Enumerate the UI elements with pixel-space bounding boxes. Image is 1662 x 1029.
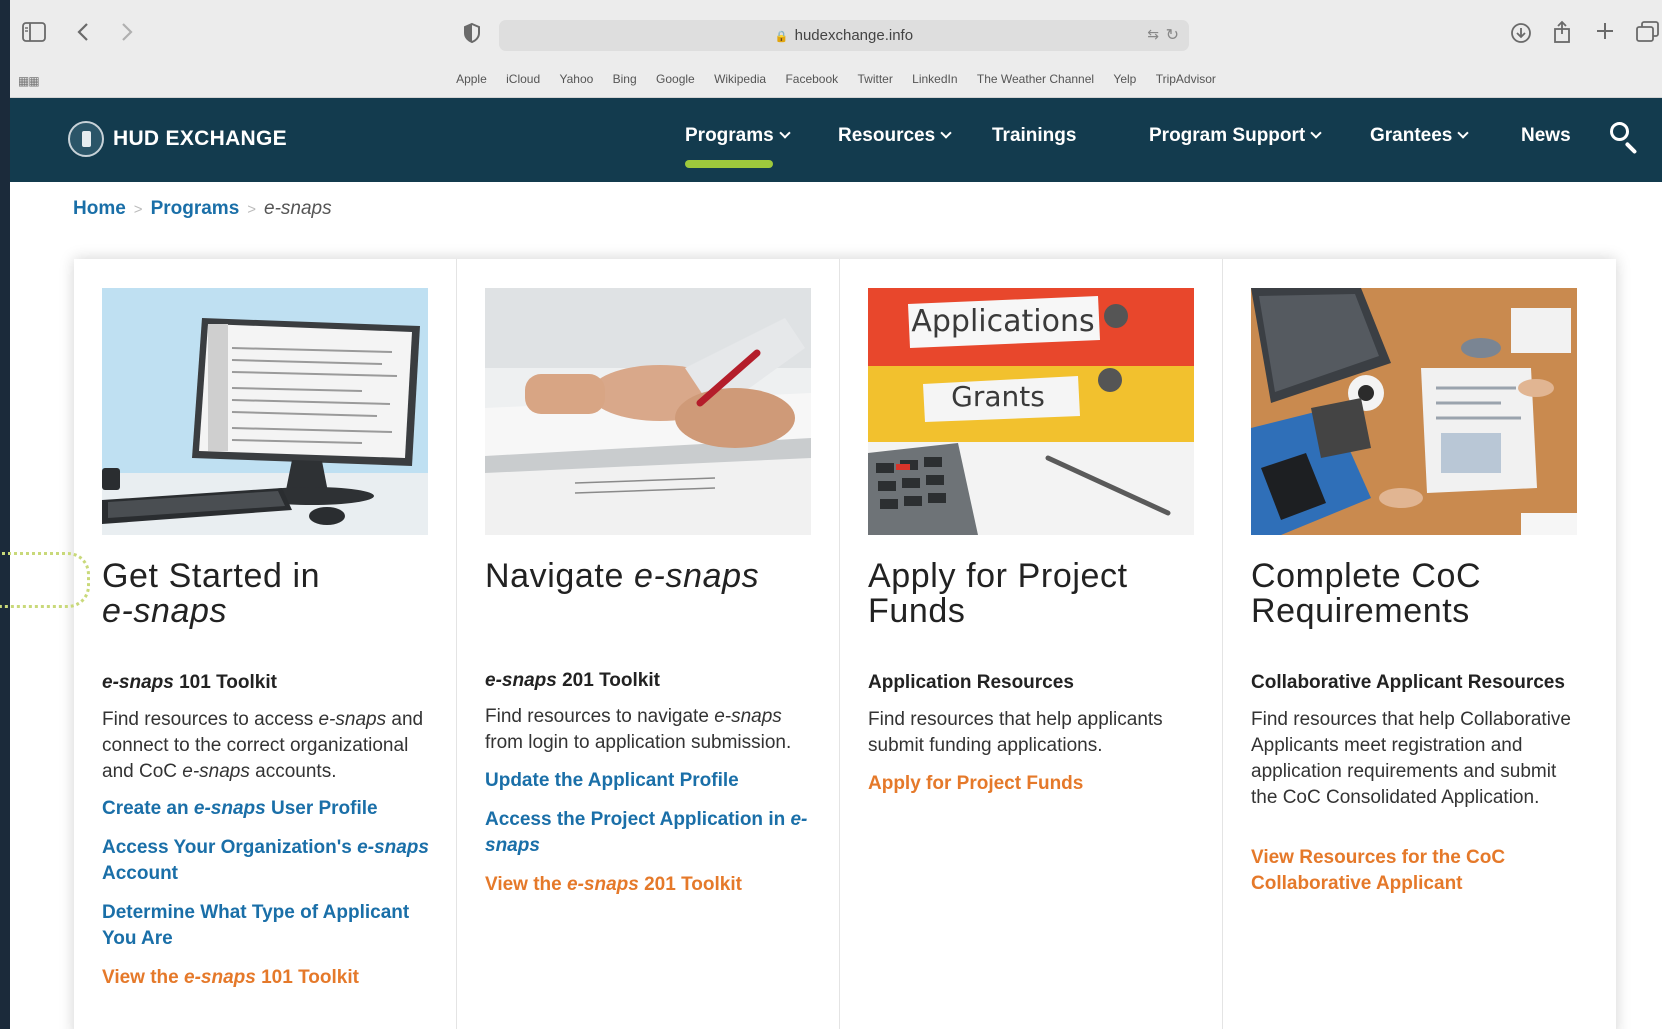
- breadcrumb-programs[interactable]: Programs: [151, 198, 240, 219]
- back-arrow-icon[interactable]: [76, 21, 90, 47]
- share-icon[interactable]: [1552, 20, 1572, 48]
- downloads-icon[interactable]: [1510, 22, 1532, 48]
- card-description: Find resources that help applicants subm…: [868, 709, 1163, 756]
- card-get-started: Get Started in e-snaps e-snaps 101 Toolki…: [74, 259, 457, 1029]
- determine-applicant-type-link[interactable]: Determine What Type of Applicant You Are: [102, 900, 432, 952]
- card-coc-requirements: Complete CoC Requirements Collaborative …: [1223, 259, 1606, 1029]
- translate-icon[interactable]: ⇆: [1147, 26, 1159, 43]
- focus-highlight: [0, 552, 90, 608]
- writing-hand-photo: [485, 288, 811, 535]
- access-organization-account-link[interactable]: Access Your Organization's e-snaps Accou…: [102, 835, 432, 887]
- breadcrumb: Home > Programs > e-snaps: [73, 198, 332, 219]
- reload-icon[interactable]: ↻: [1166, 25, 1179, 45]
- browser-window: 🔒 hudexchange.info ⇆ ↻ ▦▦ Apple iCloud Ya…: [10, 0, 1662, 1029]
- card-title: Get Started in e-snaps: [102, 557, 321, 630]
- view-coc-resources-link[interactable]: View Resources for the CoC Collaborative…: [1251, 845, 1581, 897]
- computer-monitor-photo: [102, 288, 428, 535]
- logo-text: HUD EXCHANGE: [113, 127, 287, 150]
- view-201-toolkit-link[interactable]: View the e-snaps 201 Toolkit: [485, 872, 815, 898]
- card-title: Apply for Project Funds: [868, 557, 1128, 630]
- favorite-link[interactable]: Facebook: [785, 72, 838, 86]
- site-header: HUD EXCHANGE Programs Resources Training…: [10, 98, 1662, 182]
- address-bar[interactable]: 🔒 hudexchange.info ⇆ ↻: [499, 20, 1189, 51]
- program-cards-panel: Get Started in e-snaps e-snaps 101 Toolki…: [74, 259, 1616, 1029]
- binder-label-grants: Grants: [951, 380, 1045, 413]
- active-nav-indicator: [685, 160, 773, 168]
- chevron-down-icon: [940, 127, 952, 139]
- team-meeting-photo: [1251, 288, 1577, 535]
- card-subheading: Collaborative Applicant Resources: [1251, 672, 1565, 693]
- card-description: Find resources to navigate e-snaps from …: [485, 706, 792, 753]
- lock-icon: 🔒: [774, 31, 789, 43]
- nav-trainings[interactable]: Trainings: [992, 125, 1076, 147]
- nav-programs[interactable]: Programs: [685, 125, 791, 147]
- shield-privacy-icon[interactable]: [462, 22, 482, 48]
- breadcrumb-current: e-snaps: [264, 198, 332, 219]
- nav-grantees[interactable]: Grantees: [1370, 125, 1470, 147]
- favorite-link[interactable]: Google: [656, 72, 695, 86]
- card-description: Find resources that help Collaborative A…: [1251, 709, 1572, 808]
- search-icon[interactable]: [1608, 120, 1642, 155]
- card-description: Find resources to access e-snaps and con…: [102, 709, 424, 782]
- binders-photo: Applications Grants: [868, 288, 1194, 535]
- favorite-link[interactable]: iCloud: [506, 72, 540, 86]
- update-applicant-profile-link[interactable]: Update the Applicant Profile: [485, 768, 815, 794]
- url-text: hudexchange.info: [794, 27, 914, 44]
- chevron-down-icon: [779, 127, 791, 139]
- new-tab-plus-icon[interactable]: [1595, 21, 1615, 45]
- favorite-link[interactable]: Yelp: [1113, 72, 1136, 86]
- create-user-profile-link[interactable]: Create an e-snaps User Profile: [102, 796, 432, 822]
- nav-program-support[interactable]: Program Support: [1149, 125, 1322, 147]
- hud-seal-icon: [68, 121, 104, 157]
- nav-news[interactable]: News: [1521, 125, 1571, 147]
- favorite-link[interactable]: TripAdvisor: [1156, 72, 1216, 86]
- favorites-bar: Apple iCloud Yahoo Bing Google Wikipedia…: [10, 72, 1662, 86]
- card-subheading: e-snaps 101 Toolkit: [102, 672, 277, 693]
- nav-resources[interactable]: Resources: [838, 125, 952, 147]
- tabs-overview-icon[interactable]: [1636, 21, 1660, 47]
- access-project-application-link[interactable]: Access the Project Application in e-snap…: [485, 807, 815, 859]
- chevron-down-icon: [1457, 127, 1470, 139]
- breadcrumb-home[interactable]: Home: [73, 198, 126, 219]
- browser-toolbar: 🔒 hudexchange.info ⇆ ↻ ▦▦ Apple iCloud Ya…: [10, 0, 1662, 98]
- binder-label-applications: Applications: [911, 304, 1094, 339]
- forward-arrow-icon[interactable]: [120, 21, 134, 47]
- sidebar-toggle-icon[interactable]: [22, 22, 46, 46]
- apply-project-funds-link[interactable]: Apply for Project Funds: [868, 771, 1198, 797]
- card-title: Navigate e-snaps: [485, 557, 760, 595]
- favorite-link[interactable]: LinkedIn: [912, 72, 957, 86]
- favorite-link[interactable]: Apple: [456, 72, 487, 86]
- card-subheading: e-snaps 201 Toolkit: [485, 670, 660, 691]
- card-title: Complete CoC Requirements: [1251, 557, 1482, 630]
- card-apply-funds: Applications Grants Apply for Project Fu…: [840, 259, 1223, 1029]
- card-navigate: Navigate e-snaps e-snaps 201 Toolkit Fin…: [457, 259, 840, 1029]
- favorite-link[interactable]: Bing: [613, 72, 637, 86]
- site-logo[interactable]: HUD EXCHANGE: [68, 120, 287, 158]
- favorite-link[interactable]: Wikipedia: [714, 72, 766, 86]
- chevron-down-icon: [1310, 127, 1322, 139]
- favorite-link[interactable]: Twitter: [857, 72, 892, 86]
- view-101-toolkit-link[interactable]: View the e-snaps 101 Toolkit: [102, 965, 432, 991]
- favorite-link[interactable]: The Weather Channel: [977, 72, 1094, 86]
- favorite-link[interactable]: Yahoo: [559, 72, 593, 86]
- card-subheading: Application Resources: [868, 672, 1074, 693]
